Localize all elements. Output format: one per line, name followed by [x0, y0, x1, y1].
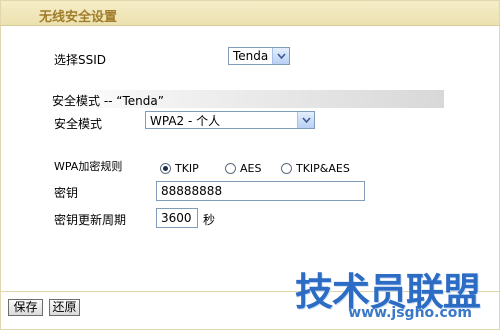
key-input[interactable]: 88888888 [156, 181, 365, 201]
radio-aes[interactable]: AES [225, 162, 261, 175]
key-renewal-label: 密钥更新周期 [54, 213, 127, 227]
radio-button[interactable] [160, 163, 171, 174]
watermark: 技术员联盟 www.jsgho.com [240, 261, 481, 321]
key-label: 密钥 [54, 186, 79, 200]
header-bar: 无线安全设置 [1, 1, 499, 26]
save-button[interactable]: 保存 [8, 299, 43, 316]
restore-button[interactable]: 还原 [49, 299, 80, 316]
radio-label: TKIP&AES [296, 162, 350, 175]
security-section-title: 安全模式 -- “Tenda” [52, 94, 164, 108]
watermark-url: www.jsgho.com [348, 305, 472, 321]
chevron-down-icon[interactable] [272, 48, 289, 64]
ssid-label: 选择SSID [54, 53, 107, 67]
radio-label: AES [240, 162, 262, 175]
chevron-down-icon[interactable] [297, 112, 314, 128]
wpa-rule-label: WPA加密规则 [54, 160, 123, 173]
key-renewal-unit: 秒 [203, 213, 216, 227]
radio-label: TKIP [175, 162, 199, 175]
security-mode-select[interactable]: WPA2 - 个人 [145, 111, 315, 129]
security-mode-label: 安全模式 [54, 117, 103, 131]
ssid-select[interactable]: Tenda [228, 47, 290, 65]
radio-tkip[interactable]: TKIP [160, 162, 199, 175]
radio-button[interactable] [281, 163, 292, 174]
page-title: 无线安全设置 [39, 10, 118, 25]
ssid-select-value: Tenda [233, 49, 269, 63]
radio-tkip-aes[interactable]: TKIP&AES [281, 162, 350, 175]
radio-button[interactable] [225, 163, 236, 174]
key-renewal-input[interactable]: 3600 [156, 208, 198, 228]
security-mode-select-value: WPA2 - 个人 [150, 113, 221, 128]
